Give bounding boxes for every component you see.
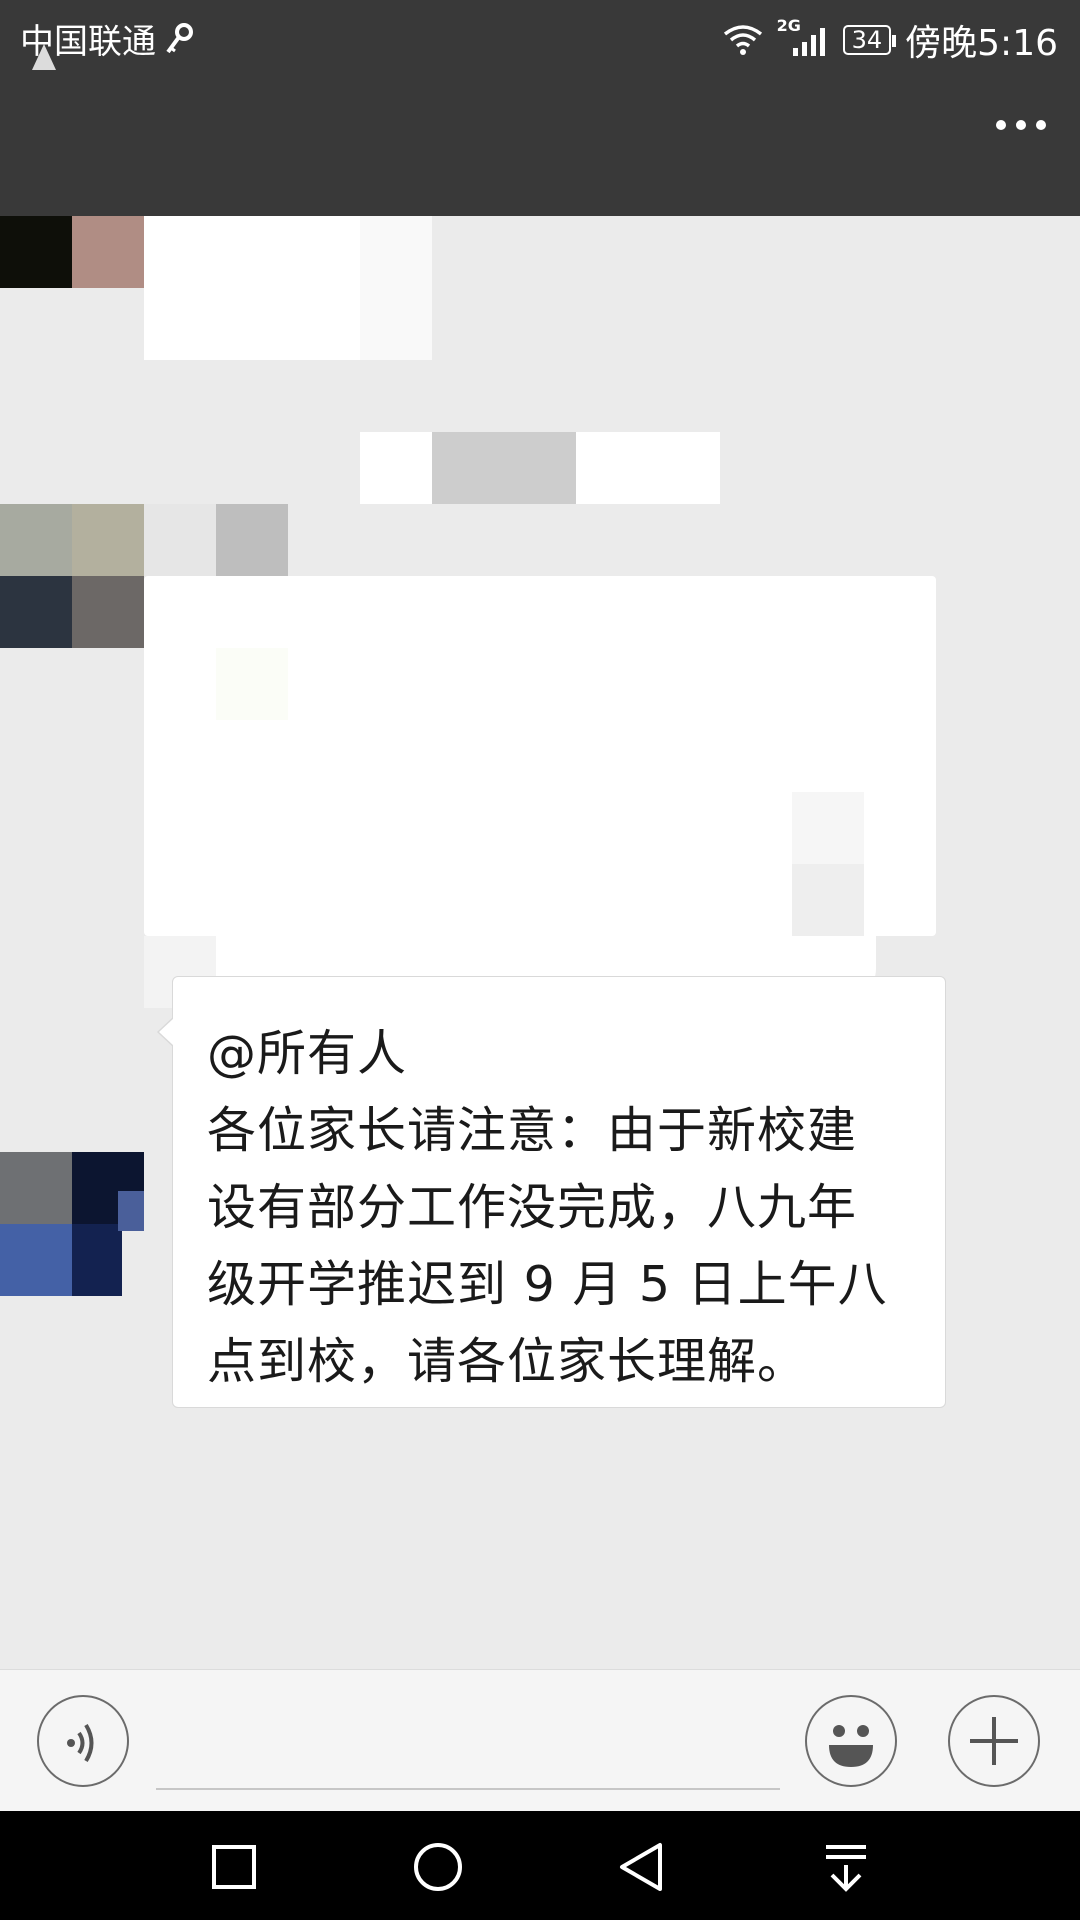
battery-indicator: 34 (842, 25, 896, 55)
message-mention: @所有人 (207, 1025, 408, 1082)
voice-icon (67, 1723, 94, 1763)
signal-indicator: 2G (777, 16, 829, 58)
notification-pull-icon[interactable] (818, 1839, 874, 1895)
plus-button[interactable] (948, 1695, 1040, 1787)
emoji-icon (829, 1725, 873, 1767)
status-right: 2G 34 傍晚5:16 (723, 14, 1058, 66)
signal-icon (792, 28, 825, 56)
message-line: 设有部分工作没完成，八九年 (207, 1179, 858, 1236)
chat-message-area[interactable] (0, 216, 1080, 1669)
chat-title-bar (0, 76, 1080, 216)
wifi-icon (723, 25, 762, 55)
recent-apps-icon[interactable] (206, 1839, 262, 1895)
system-nav-bar (0, 1811, 1080, 1920)
message-line: 各位家长请注意：由于新校建 (207, 1102, 858, 1159)
text-message-bubble[interactable]: @所有人 各位家长请注意：由于新校建 设有部分工作没完成，八九年 级开学推迟到 … (157, 976, 946, 1408)
chat-input-bar (0, 1669, 1080, 1812)
clock-label: 傍晚5:16 (905, 23, 1058, 64)
message-line: 点到校，请各位家长理解。 (207, 1333, 808, 1390)
more-dots-icon[interactable] (996, 120, 1046, 130)
alert-triangle-icon (32, 44, 56, 70)
plus-icon (970, 1717, 1018, 1765)
message-line: 级开学推迟到 9 月 5 日上午八 (207, 1256, 888, 1313)
status-bar: 中国联通 2G 34 傍晚5:16 (0, 0, 1080, 76)
key-icon (166, 22, 193, 53)
message-input-field[interactable] (156, 1788, 780, 1790)
home-icon[interactable] (410, 1839, 466, 1895)
back-icon[interactable] (614, 1839, 670, 1895)
voice-button[interactable] (37, 1695, 129, 1787)
emoji-button[interactable] (805, 1695, 897, 1787)
